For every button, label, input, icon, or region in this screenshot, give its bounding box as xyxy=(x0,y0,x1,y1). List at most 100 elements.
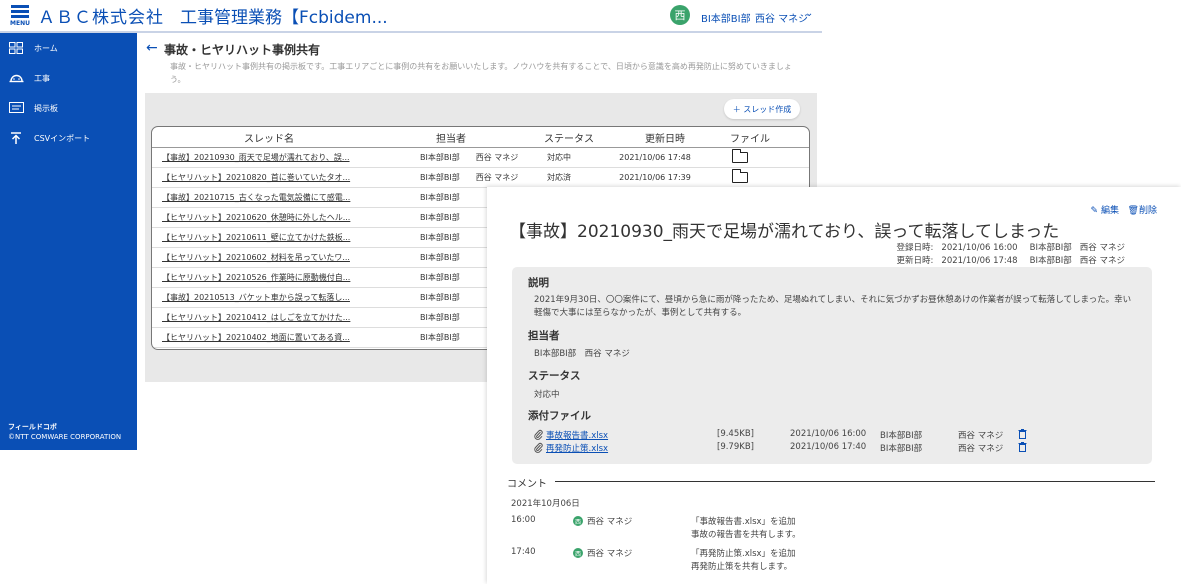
thread-title-link[interactable]: 【ヒヤリハット】20210602_材料を吊っていたワ... xyxy=(152,252,376,263)
assignee-dept: BI本部BI部 xyxy=(420,233,460,242)
menu-button[interactable]: MENU xyxy=(6,0,34,32)
comment-user: 西谷 マネジ xyxy=(587,549,633,559)
user-dept[interactable]: BI本部BI部 xyxy=(701,10,751,25)
table-row[interactable]: 【事故】20210930_雨天で足場が濡れており、誤... BI本部BI部 西谷 マ… xyxy=(152,148,809,168)
description-text: 2021年9月30日、〇〇案件にて、昼頃から急に雨が降ったため、足場ぬれてしまい… xyxy=(534,295,1132,318)
thread-title-link[interactable]: 【事故】20210715_古くなった電気設備にて感電... xyxy=(152,192,376,203)
status-heading: ステータス xyxy=(528,370,581,382)
file-cell xyxy=(710,169,770,183)
column-header[interactable]: スレッド名 xyxy=(152,130,386,145)
board-icon xyxy=(8,101,24,115)
updated-cell: 2021/10/06 17:48 xyxy=(619,153,691,162)
status-value: 対応中 xyxy=(534,390,560,400)
updated-label: 更新日時: xyxy=(896,256,934,266)
delete-button[interactable]: 🗑削除 xyxy=(1128,206,1157,216)
registered-label: 登録日時: xyxy=(896,243,934,253)
avatar[interactable]: 西 xyxy=(670,5,690,25)
table-header: スレッド名 担当者 ステータス 更新日時 ファイル xyxy=(152,127,809,148)
table-row[interactable]: 【ヒヤリハット】20210820_首に巻いていたタオ... BI本部BI部 西谷 マ… xyxy=(152,168,809,188)
delete-label: 削除 xyxy=(1138,206,1157,216)
thread-title-link[interactable]: 【事故】20210513_バケット車から誤って転落し... xyxy=(152,292,376,303)
file-cell xyxy=(710,149,770,163)
sidebar-item-csv-import[interactable]: CSVインポート xyxy=(0,123,137,153)
comment-user: 西谷 マネジ xyxy=(587,517,633,527)
company-name[interactable]: ＡＢＣ株式会社 xyxy=(38,3,164,28)
sidebar-item-board[interactable]: 掲示板 xyxy=(0,93,137,123)
thread-title-link[interactable]: 【事故】20210930_雨天で足場が濡れており、誤... xyxy=(152,152,376,163)
comment-time: 16:00 xyxy=(511,515,536,525)
folder-icon[interactable] xyxy=(731,149,748,163)
sidebar-item-label: ホーム xyxy=(34,43,58,53)
status-cell: 対応中 xyxy=(547,153,571,162)
avatar: 西 xyxy=(573,516,583,526)
assignee-cell: BI本部BI部 西谷 マネジ xyxy=(376,152,518,163)
folder-icon[interactable] xyxy=(731,169,748,183)
description-heading: 説明 xyxy=(528,277,549,289)
author-name: 西谷 マネジ xyxy=(1079,256,1125,266)
app-name: 工事管理業務【Fcbidem... xyxy=(180,8,388,28)
sidebar: ホーム 工事 掲示板 CSVインポート フィールドコボ ©NTT COMWARE… xyxy=(0,33,137,450)
assignee-cell: BI本部BI部 西谷 マネジ xyxy=(376,172,518,183)
column-header[interactable]: ファイル xyxy=(720,130,780,145)
comments-heading: コメント xyxy=(507,479,547,490)
sidebar-item-label: CSVインポート xyxy=(34,133,91,143)
comment-item: 16:00 西 西谷 マネジ 「事故報告書.xlsx」を追加 事故の報告書を共有… xyxy=(511,515,1131,545)
assignee-dept: BI本部BI部 xyxy=(420,253,460,262)
attachment-user: 西谷 マネジ xyxy=(958,444,1004,454)
detail-title: 【事故】20210930_雨天で足場が濡れており、誤って転落してしまった xyxy=(509,222,1060,242)
thread-title-link[interactable]: 【ヒヤリハット】20210620_休憩時に外したヘル... xyxy=(152,212,376,223)
back-arrow-icon[interactable]: ← xyxy=(146,40,158,56)
comment-line2: 再発防止策を共有します。 xyxy=(691,562,793,572)
edit-button[interactable]: ✎ 編集 xyxy=(1091,206,1119,216)
page-description: 事故・ヒヤリハット事例共有の掲示板です。工事エリアごとに事例の共有をお願いいたし… xyxy=(170,62,792,84)
attachment-link[interactable]: 再発防止策.xlsx xyxy=(546,442,608,454)
assignee-dept: BI本部BI部 xyxy=(420,273,460,282)
comment-time: 17:40 xyxy=(511,547,536,557)
updated-meta: 更新日時: 2021/10/06 17:48 BI本部BI部 西谷 マネジ xyxy=(897,254,1125,266)
chevron-down-icon[interactable]: ⌄ xyxy=(805,8,813,19)
thread-title-link[interactable]: 【ヒヤリハット】20210412_はしごを立てかけた... xyxy=(152,312,376,323)
thread-title-link[interactable]: 【ヒヤリハット】20210611_壁に立てかけた鉄板... xyxy=(152,232,376,243)
attachment-size: [9.45KB] xyxy=(717,429,754,439)
status-cell: 対応済 xyxy=(547,173,571,182)
thread-detail-panel: ✎ 編集 🗑削除 【事故】20210930_雨天で足場が濡れており、誤って転落し… xyxy=(487,187,1181,584)
grid-icon xyxy=(8,41,24,55)
attachments-heading: 添付ファイル xyxy=(528,410,591,422)
sidebar-item-construction[interactable]: 工事 xyxy=(0,63,137,93)
footer-copyright: ©NTT COMWARE CORPORATION xyxy=(8,433,122,441)
column-header[interactable]: ステータス xyxy=(528,130,610,145)
attachment-link[interactable]: 事故報告書.xlsx xyxy=(546,429,608,441)
author-dept: BI本部BI部 xyxy=(1029,256,1072,266)
trash-icon[interactable] xyxy=(1018,429,1027,442)
footer-brand: フィールドコボ xyxy=(8,423,57,431)
menu-label: MENU xyxy=(10,20,30,27)
trash-icon[interactable] xyxy=(1018,442,1027,455)
detail-actions: ✎ 編集 🗑削除 xyxy=(1091,203,1157,216)
thread-title-link[interactable]: 【ヒヤリハット】20210820_首に巻いていたタオ... xyxy=(152,172,376,183)
comment-item: 17:40 西 西谷 マネジ 「再発防止策.xlsx」を追加 再発防止策を共有し… xyxy=(511,547,1131,577)
sidebar-item-home[interactable]: ホーム xyxy=(0,33,137,63)
column-header[interactable]: 更新日時 xyxy=(610,130,720,145)
helmet-icon xyxy=(8,71,24,85)
assignee-name: 西谷 マネジ xyxy=(475,153,519,162)
pencil-icon: ✎ xyxy=(1090,206,1099,216)
column-header[interactable]: 担当者 xyxy=(386,130,528,145)
paperclip-icon xyxy=(534,429,543,443)
user-name[interactable]: 西谷 マネジ xyxy=(755,10,808,25)
comment-line1: 「事故報告書.xlsx」を追加 xyxy=(691,517,796,527)
avatar: 西 xyxy=(573,548,583,558)
page-title: 事故・ヒヤリハット事例共有 xyxy=(164,43,321,57)
comments-divider xyxy=(555,481,1155,482)
assignee-value: BI本部BI部 西谷 マネジ xyxy=(534,349,630,359)
upload-icon xyxy=(8,131,24,145)
assignee-dept: BI本部BI部 xyxy=(420,313,460,322)
sidebar-item-label: 掲示板 xyxy=(34,103,58,113)
thread-title-link[interactable]: 【ヒヤリハット】20210526_作業時に原動機付自... xyxy=(152,272,376,283)
assignee-heading: 担当者 xyxy=(528,330,560,342)
menu-icon xyxy=(11,5,29,8)
attachment-date: 2021/10/06 16:00 xyxy=(790,429,867,439)
registered-date: 2021/10/06 16:00 xyxy=(941,243,1018,253)
thread-title-link[interactable]: 【ヒヤリハット】20210402_地面に置いてある資... xyxy=(152,332,376,343)
create-thread-button[interactable]: ＋ スレッド作成 xyxy=(724,99,800,119)
assignee-dept: BI本部BI部 xyxy=(420,333,460,342)
